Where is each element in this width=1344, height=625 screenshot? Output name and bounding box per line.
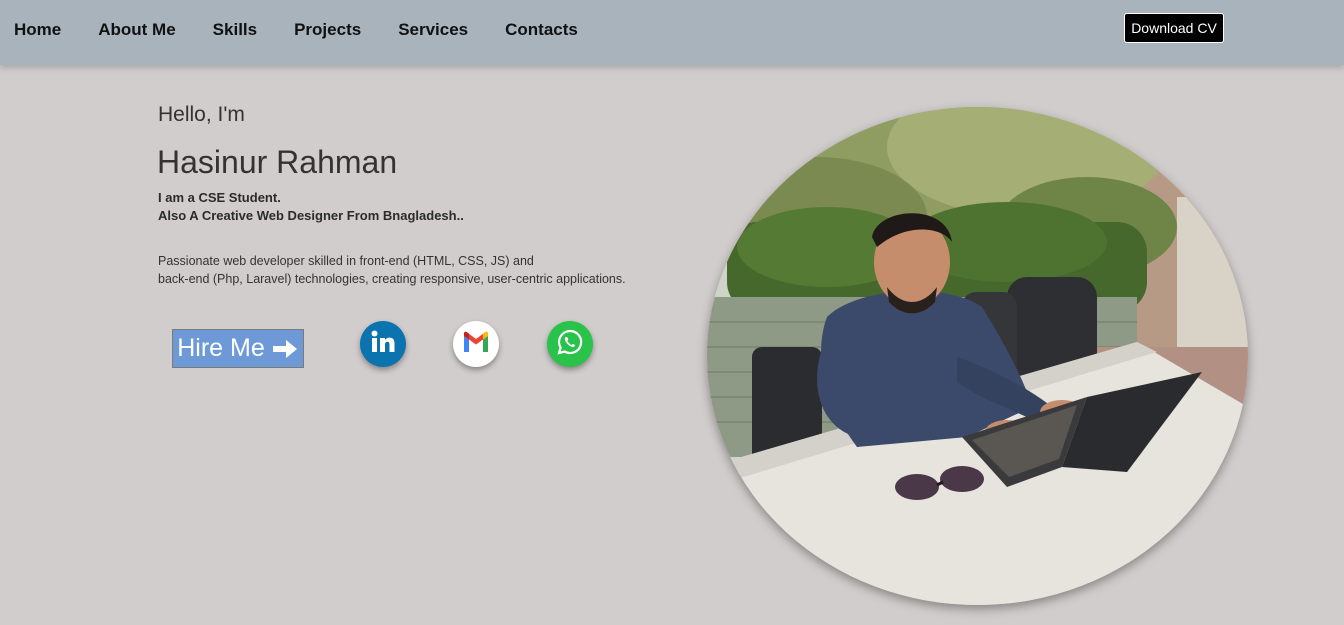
gmail-icon [461, 330, 491, 359]
hire-me-button[interactable]: Hire Me [172, 329, 304, 368]
tagline-line-1: I am a CSE Student. [158, 190, 281, 205]
hero-tagline: I am a CSE Student. Also A Creative Web … [158, 189, 464, 225]
nav-item-home[interactable]: Home [14, 20, 61, 40]
tagline-line-2: Also A Creative Web Designer From Bnagla… [158, 208, 464, 223]
hire-me-label: Hire Me [177, 334, 265, 362]
nav-item-contacts[interactable]: Contacts [505, 20, 578, 40]
whatsapp-link[interactable] [547, 321, 593, 367]
hero-bio: Passionate web developer skilled in fron… [158, 252, 626, 288]
nav-item-projects[interactable]: Projects [294, 20, 361, 40]
nav-item-about-me[interactable]: About Me [98, 20, 175, 40]
arrow-right-icon [271, 338, 299, 360]
hero-name: Hasinur Rahman [157, 144, 398, 180]
profile-photo [707, 107, 1248, 605]
download-cv-button[interactable]: Download CV [1124, 13, 1224, 43]
linkedin-link[interactable] [360, 321, 406, 367]
top-navbar: Home About Me Skills Projects Services C… [0, 0, 1344, 65]
gmail-link[interactable] [453, 321, 499, 367]
greeting-text: Hello, I'm [158, 103, 245, 126]
bio-line-1: Passionate web developer skilled in fron… [158, 254, 534, 268]
nav-item-skills[interactable]: Skills [213, 20, 257, 40]
nav-menu: Home About Me Skills Projects Services C… [14, 20, 615, 40]
whatsapp-icon [556, 328, 584, 361]
linkedin-icon [368, 327, 398, 362]
nav-item-services[interactable]: Services [398, 20, 468, 40]
bio-line-2: back-end (Php, Laravel) technologies, cr… [158, 272, 626, 286]
